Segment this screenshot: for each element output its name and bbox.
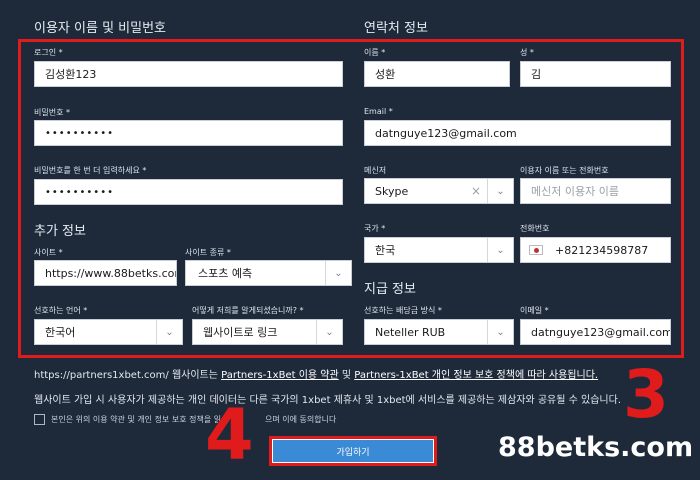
phone-input[interactable]: +821234598787	[520, 237, 671, 263]
consent-checkbox[interactable]	[34, 414, 45, 425]
section-title-credentials: 이용자 이름 및 비밀번호	[34, 21, 166, 36]
payment-method-label: 선호하는 배당금 방식 *	[364, 306, 442, 315]
step-3-annotation: 3	[623, 356, 669, 433]
consent-text-a: 본인은 위의 이용 약관 및 개인 정보 보호 정책을 읽	[51, 415, 222, 424]
chevron-down-icon[interactable]: ⌄	[487, 238, 513, 262]
password-confirm-label: 비밀번호를 한 번 더 입력하세요 *	[34, 166, 147, 175]
referral-value: 웹사이트로 링크	[203, 326, 278, 339]
section-title-payment: 지급 정보	[364, 282, 416, 297]
phone-label: 전화번호	[520, 224, 550, 233]
terms-text: https://partners1xbet.com/ 웹사이트는 Partner…	[34, 366, 598, 381]
chevron-down-icon[interactable]: ⌄	[325, 261, 351, 285]
site-type-label: 사이트 종류 *	[185, 248, 231, 257]
referral-select[interactable]: 웹사이트로 링크 ⌄	[192, 319, 343, 345]
last-name-label: 성 *	[520, 48, 534, 57]
register-button[interactable]: 가입하기	[272, 439, 434, 463]
chevron-down-icon[interactable]: ⌄	[316, 320, 342, 344]
login-label: 로그인 *	[34, 48, 63, 57]
language-select[interactable]: 한국어 ⌄	[34, 319, 183, 345]
messenger-label: 메신저	[364, 166, 387, 175]
chevron-down-icon[interactable]: ⌄	[487, 179, 513, 203]
password-input[interactable]: ••••••••••	[34, 120, 343, 146]
site-input[interactable]: https://www.88betks.com	[34, 260, 177, 286]
language-label: 선호하는 언어 *	[34, 306, 88, 315]
referral-label: 어떻게 저희를 알게되셨습니까? *	[192, 306, 304, 315]
korea-flag-icon[interactable]	[529, 245, 543, 255]
site-label: 사이트 *	[34, 248, 63, 257]
payment-method-value: Neteller RUB	[375, 325, 446, 339]
privacy-link[interactable]: Partners-1xBet 개인 정보 보호 정책에 따라 사용됩니다.	[354, 370, 598, 381]
payment-method-select[interactable]: Neteller RUB ⌄	[364, 319, 514, 345]
messenger-value: Skype	[375, 184, 409, 198]
data-sharing-text: 웹사이트 가입 시 사용자가 제공하는 개인 데이터는 다른 국가의 1xbet…	[34, 395, 621, 406]
first-name-label: 이름 *	[364, 48, 386, 57]
country-label: 국가 *	[364, 224, 386, 233]
phone-value: +821234598787	[555, 243, 649, 257]
chevron-down-icon[interactable]: ⌄	[487, 320, 513, 344]
email-label: Email *	[364, 107, 393, 116]
section-title-contact: 연락처 정보	[364, 21, 428, 36]
last-name-input[interactable]: 김	[520, 61, 671, 87]
terms-link[interactable]: Partners-1xBet 이용 약관	[221, 370, 339, 381]
login-input[interactable]: 김성환123	[34, 61, 343, 87]
country-select[interactable]: 한국 ⌄	[364, 237, 514, 263]
messenger-select[interactable]: Skype × ⌄	[364, 178, 514, 204]
password-confirm-input[interactable]: ••••••••••	[34, 179, 343, 205]
terms-prefix: https://partners1xbet.com/ 웹사이트는	[34, 370, 222, 381]
step-4-annotation: 4	[205, 394, 254, 476]
consent-text-b: 으며 이에 동의합니다	[265, 415, 337, 424]
payment-email-label: 이메일 *	[520, 306, 549, 315]
chevron-down-icon[interactable]: ⌄	[156, 320, 182, 344]
site-watermark: 88betks.com	[498, 432, 694, 463]
language-value: 한국어	[45, 326, 76, 339]
site-type-value: 스포츠 예측	[198, 267, 253, 280]
messenger-id-label: 이용자 이름 또는 전화번호	[520, 166, 609, 175]
submit-highlight-box: 가입하기	[269, 436, 437, 466]
email-input[interactable]: datnguye123@gmail.com	[364, 120, 671, 146]
close-icon[interactable]: ×	[471, 179, 481, 203]
password-label: 비밀번호 *	[34, 108, 70, 117]
first-name-input[interactable]: 성환	[364, 61, 510, 87]
terms-mid: 및	[338, 370, 355, 381]
country-value: 한국	[375, 244, 396, 257]
payment-email-input[interactable]: datnguye123@gmail.com	[520, 319, 671, 345]
section-title-extra: 추가 정보	[34, 224, 86, 239]
messenger-id-input[interactable]: 메신저 이용자 이름	[520, 178, 671, 204]
site-type-select[interactable]: 스포츠 예측 ⌄	[185, 260, 352, 286]
